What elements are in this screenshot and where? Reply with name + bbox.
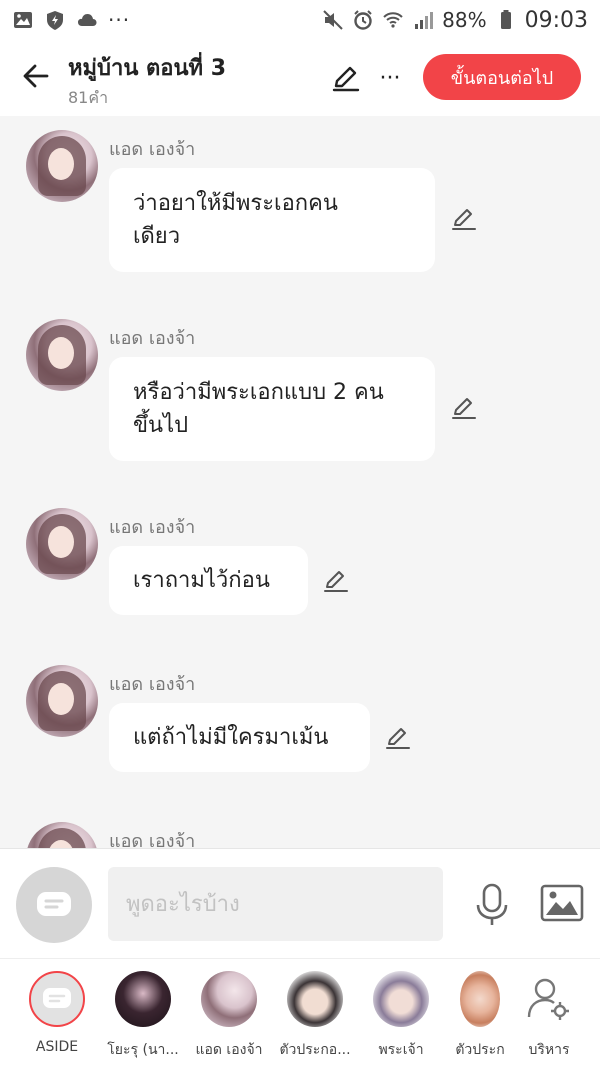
status-bar: ··· 88% 09:03 — [0, 0, 600, 40]
aside-toggle-button[interactable] — [16, 867, 92, 943]
edit-message-icon[interactable] — [384, 723, 412, 751]
wifi-icon — [383, 12, 403, 28]
message-text: หรือว่ามีพระเอกแบบ 2 คน ขึ้นไป — [133, 380, 384, 438]
edit-message-icon[interactable] — [450, 204, 478, 232]
character-label: ตัวประกอ... — [279, 1042, 351, 1058]
avatar — [201, 971, 257, 1027]
character-label: พระเจ้า — [378, 1042, 424, 1058]
status-overflow: ··· — [108, 8, 131, 32]
page-title: หมู่บ้าน ตอนที่ 3 — [68, 56, 227, 81]
avatar — [115, 971, 171, 1027]
avatar[interactable] — [26, 319, 98, 391]
edit-message-icon[interactable] — [322, 566, 350, 594]
image-upload-icon[interactable] — [540, 883, 584, 923]
pencil-icon — [332, 66, 360, 92]
avatar[interactable] — [26, 130, 98, 202]
avatar[interactable] — [26, 822, 98, 848]
character-aside[interactable]: ASIDE — [20, 971, 94, 1055]
app-header: หมู่บ้าน ตอนที่ 3 81คำ ··· ขั้นตอนต่อไป — [0, 40, 600, 116]
word-count: 81คำ — [68, 88, 109, 107]
message-bubble-icon — [37, 892, 71, 916]
clock: 09:03 — [524, 7, 588, 33]
character-label: บริหาร — [528, 1042, 570, 1058]
microphone-icon[interactable] — [472, 883, 512, 927]
character-label: แอด เองจ้า — [195, 1042, 263, 1058]
battery-percent: 88% — [442, 8, 487, 32]
sender-name: แอด เองจ้า — [109, 328, 196, 349]
sender-name: แอด เองจ้า — [109, 139, 196, 160]
back-button[interactable] — [18, 58, 54, 94]
character-extra-2[interactable]: ตัวประก — [450, 971, 510, 1061]
character-label: ตัวประก — [455, 1042, 505, 1058]
shield-icon — [47, 11, 63, 30]
message-bubble[interactable]: ว่าอยาให้มีพระเอกคน เดียว — [109, 168, 435, 272]
message-bubble[interactable]: แต่ถ้าไม่มีใครมาเม้น — [109, 703, 370, 772]
character-yoru[interactable]: โยะรุ (นา... — [106, 971, 180, 1061]
chat-area[interactable]: แอด เองจ้า ว่าอยาให้มีพระเอกคน เดียว แอด… — [0, 116, 600, 848]
avatar — [460, 971, 500, 1027]
edit-message-icon[interactable] — [450, 393, 478, 421]
character-selector: ASIDE โยะรุ (นา... แอด เองจ้า ตัวประกอ..… — [0, 958, 600, 1067]
message-bubble-icon — [43, 988, 71, 1008]
cloud-icon — [78, 14, 97, 26]
sender-name: แอด เองจ้า — [109, 674, 196, 695]
next-step-button[interactable]: ขั้นตอนต่อไป — [423, 54, 581, 100]
avatar[interactable] — [26, 665, 98, 737]
edit-title-button[interactable] — [330, 62, 362, 94]
avatar[interactable] — [26, 508, 98, 580]
message-bubble[interactable]: เราถามไว้ก่อน — [109, 546, 308, 615]
message-bubble[interactable]: หรือว่ามีพระเอกแบบ 2 คน ขึ้นไป — [109, 357, 435, 461]
signal-icon — [415, 12, 434, 29]
message-text: เราถามไว้ก่อน — [133, 568, 270, 593]
mute-icon — [323, 10, 343, 30]
aside-avatar — [29, 971, 85, 1027]
message-input[interactable] — [108, 867, 443, 941]
alarm-icon — [354, 10, 372, 30]
back-arrow-icon — [23, 64, 49, 88]
character-label: โยะรุ (นา... — [107, 1042, 179, 1058]
gallery-icon — [14, 12, 32, 28]
character-god[interactable]: พระเจ้า — [364, 971, 438, 1061]
character-label: ASIDE — [35, 1039, 79, 1055]
avatar — [373, 971, 429, 1027]
character-ad[interactable]: แอด เองจ้า — [192, 971, 266, 1061]
character-manage[interactable]: บริหาร — [514, 971, 584, 1061]
message-input-bar — [0, 848, 600, 958]
character-extra[interactable]: ตัวประกอ... — [278, 971, 352, 1061]
avatar — [287, 971, 343, 1027]
message-text: แต่ถ้าไม่มีใครมาเม้น — [133, 725, 329, 750]
message-text: ว่าอยาให้มีพระเอกคน เดียว — [133, 191, 338, 249]
sender-name: แอด เองจ้า — [109, 831, 196, 848]
sender-name: แอด เองจ้า — [109, 517, 196, 538]
manage-characters-icon — [521, 971, 577, 1027]
battery-icon — [500, 10, 511, 29]
more-options-button[interactable]: ··· — [374, 62, 406, 94]
